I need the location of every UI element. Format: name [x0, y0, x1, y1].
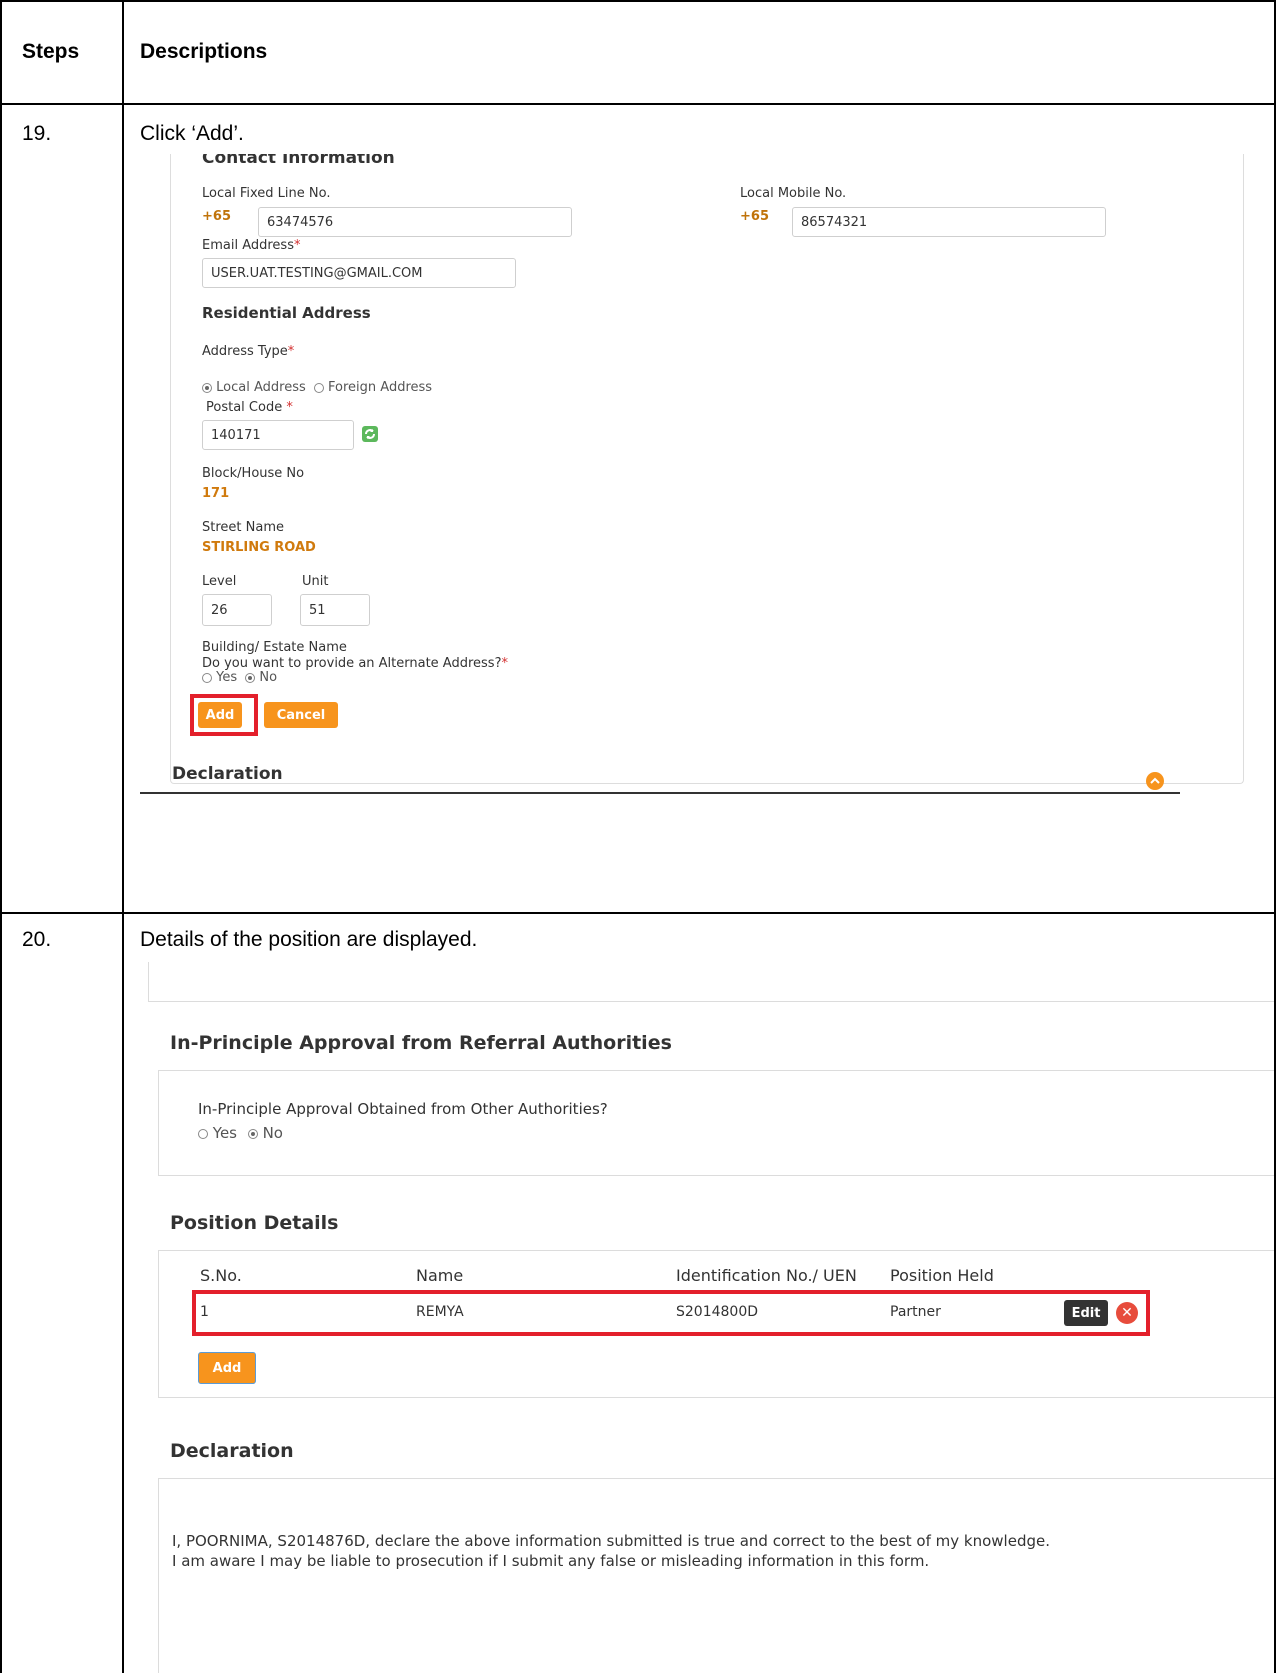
screenshot-contact-form: Contact Information Local Fixed Line No.…: [140, 154, 1274, 854]
street-value: STIRLING ROAD: [202, 540, 316, 555]
add-position-button[interactable]: Add: [198, 1352, 256, 1384]
ipa-title: In-Principle Approval from Referral Auth…: [170, 1032, 672, 1054]
declaration-panel: [158, 1478, 1274, 1673]
mobile-input[interactable]: 86574321: [792, 207, 1106, 237]
local-address-radio[interactable]: [202, 382, 212, 393]
screenshot-bottom-edge: [140, 792, 1180, 794]
chevron-up-circle-icon[interactable]: [1146, 772, 1164, 790]
ipa-panel: [158, 1070, 1274, 1176]
residential-title: Residential Address: [202, 304, 371, 322]
steps-header: Steps: [22, 40, 80, 63]
mobile-prefix: +65: [740, 209, 769, 224]
block-label: Block/House No: [202, 466, 305, 481]
col-sno: S.No.: [200, 1266, 242, 1285]
ipa-question: In-Principle Approval Obtained from Othe…: [198, 1100, 608, 1118]
address-type-radios: Local Address Foreign Address: [202, 380, 432, 395]
col-id: Identification No./ UEN: [676, 1266, 857, 1285]
top-panel-edge: [148, 962, 1274, 1002]
screenshot-position-details: In-Principle Approval from Referral Auth…: [130, 962, 1274, 1673]
unit-input[interactable]: 51: [300, 594, 370, 626]
alternate-yes-radio[interactable]: [202, 672, 212, 683]
alternate-radios: Yes No: [202, 670, 277, 685]
descriptions-header: Descriptions: [140, 40, 268, 63]
step-number: 20.: [22, 928, 52, 951]
add-button[interactable]: Add: [198, 702, 242, 728]
table-border-left: [0, 0, 2, 1673]
foreign-address-radio[interactable]: [313, 382, 324, 393]
form-panel: [170, 154, 1244, 784]
postal-code-label: Postal Code *: [206, 400, 293, 415]
table-border-top: [0, 0, 1276, 2]
row-id: S2014800D: [676, 1304, 759, 1320]
ipa-yes-radio[interactable]: [198, 1128, 208, 1139]
declaration-title-2: Declaration: [170, 1440, 294, 1462]
ipa-radios: Yes No: [198, 1124, 283, 1142]
row-highlight: [192, 1290, 1150, 1336]
row-position: Partner: [890, 1304, 941, 1320]
level-input[interactable]: 26: [202, 594, 272, 626]
cancel-button[interactable]: Cancel: [264, 702, 338, 728]
step-description: Click ‘Add’.: [140, 122, 244, 145]
contact-info-title: Contact Information: [202, 154, 395, 168]
address-type-label: Address Type*: [202, 344, 295, 359]
edit-button[interactable]: Edit: [1064, 1300, 1108, 1326]
declaration-title: Declaration: [172, 764, 283, 784]
step-description: Details of the position are displayed.: [140, 928, 478, 951]
declaration-line-1: I, POORNIMA, S2014876D, declare the abov…: [172, 1532, 1050, 1550]
col-name: Name: [416, 1266, 464, 1285]
email-input[interactable]: USER.UAT.TESTING@GMAIL.COM: [202, 258, 516, 288]
local-fixed-prefix: +65: [202, 209, 231, 224]
row-sno: 1: [200, 1304, 209, 1320]
postal-code-input[interactable]: 140171: [202, 420, 354, 450]
row-name: REMYA: [416, 1304, 464, 1320]
col-position: Position Held: [890, 1266, 994, 1285]
building-label: Building/ Estate Name: [202, 640, 347, 655]
email-label: Email Address*: [202, 238, 301, 253]
row-divider-19: [0, 912, 1276, 914]
step-number: 19.: [22, 122, 52, 145]
level-label: Level: [202, 574, 237, 589]
local-fixed-label: Local Fixed Line No.: [202, 186, 331, 201]
unit-label: Unit: [302, 574, 329, 589]
street-label: Street Name: [202, 520, 284, 535]
row-divider-header: [0, 103, 1276, 105]
position-details-title: Position Details: [170, 1212, 339, 1234]
delete-icon[interactable]: ✕: [1116, 1302, 1138, 1324]
block-value: 171: [202, 486, 230, 501]
declaration-line-2: I am aware I may be liable to prosecutio…: [172, 1552, 930, 1570]
alternate-question: Do you want to provide an Alternate Addr…: [202, 656, 508, 671]
alternate-no-radio[interactable]: [245, 672, 256, 683]
local-fixed-input[interactable]: 63474576: [258, 207, 572, 237]
ipa-no-radio[interactable]: [247, 1128, 258, 1139]
column-divider: [122, 0, 124, 1673]
mobile-label: Local Mobile No.: [740, 186, 847, 201]
refresh-icon[interactable]: [362, 426, 378, 442]
